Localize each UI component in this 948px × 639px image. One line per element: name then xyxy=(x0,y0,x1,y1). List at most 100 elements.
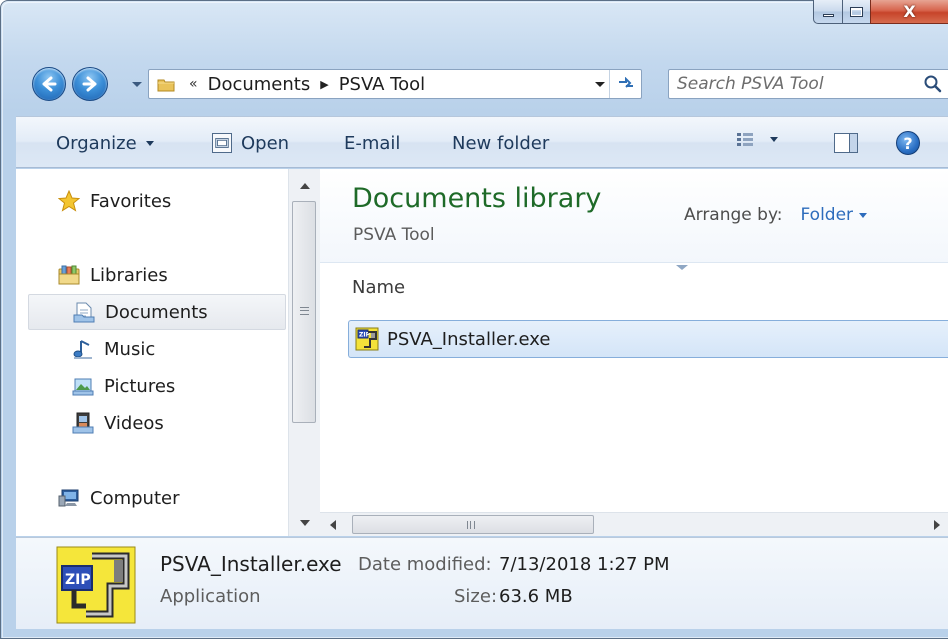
file-name: PSVA_Installer.exe xyxy=(387,328,551,350)
close-button[interactable]: X xyxy=(870,0,948,24)
svg-text:ZIP: ZIP xyxy=(65,572,91,588)
address-segment-psva-tool[interactable]: PSVA Tool xyxy=(339,74,425,95)
preview-pane-button[interactable] xyxy=(834,133,858,153)
scroll-down-button[interactable] xyxy=(289,512,321,534)
address-history-dropdown[interactable] xyxy=(595,82,605,87)
sidebar-item-label: Documents xyxy=(105,301,208,323)
navigation-pane: Favorites Libraries Documents Music Pict… xyxy=(16,169,288,536)
open-icon xyxy=(212,133,232,153)
navigation-bar: « Documents ▶ PSVA Tool Search PSVA Tool xyxy=(28,64,948,104)
details-view-icon xyxy=(737,133,753,146)
address-segment-documents[interactable]: Documents xyxy=(208,74,311,95)
details-pane: ZIP PSVA_Installer.exe Application Date … xyxy=(16,537,948,629)
details-size-label: Size: xyxy=(454,586,498,607)
sidebar-item-libraries[interactable]: Libraries xyxy=(16,257,288,293)
command-bar: Organize Open E-mail New folder ? xyxy=(16,116,948,168)
minimize-icon xyxy=(822,14,834,17)
sidebar-item-favorites[interactable]: Favorites xyxy=(16,183,288,219)
open-label: Open xyxy=(241,132,290,154)
scroll-up-icon xyxy=(300,183,310,189)
address-separator-icon[interactable]: ▶ xyxy=(320,78,328,91)
libraries-icon xyxy=(58,265,80,285)
change-view-button[interactable] xyxy=(736,131,778,147)
scroll-up-button[interactable] xyxy=(289,175,321,197)
sidebar-item-documents[interactable]: Documents xyxy=(28,294,286,330)
details-size-value: 63.6 MB xyxy=(499,586,573,607)
refresh-icon xyxy=(618,77,633,88)
file-list-pane: Documents library PSVA Tool Arrange by: … xyxy=(320,169,948,512)
refresh-button[interactable] xyxy=(609,70,641,98)
sidebar-item-computer[interactable]: Computer xyxy=(16,480,288,516)
sidebar-item-label: Favorites xyxy=(90,190,172,212)
address-bar[interactable]: « Documents ▶ PSVA Tool xyxy=(148,69,642,99)
details-file-type: Application xyxy=(160,586,261,607)
organize-label: Organize xyxy=(56,132,137,154)
sidebar-item-music[interactable]: Music xyxy=(16,331,288,367)
details-date-value: 7/13/2018 1:27 PM xyxy=(499,554,670,575)
chevron-down-icon xyxy=(132,81,142,87)
column-header-name[interactable]: Name xyxy=(352,277,405,298)
recent-pages-dropdown[interactable] xyxy=(132,79,142,89)
sidebar-item-label: Music xyxy=(104,338,156,360)
forward-button[interactable] xyxy=(72,67,108,101)
search-input[interactable]: Search PSVA Tool xyxy=(668,69,948,99)
library-title: Documents library xyxy=(352,183,602,214)
sidebar-item-label: Pictures xyxy=(104,375,176,397)
pictures-icon xyxy=(72,378,94,396)
chevron-down-icon[interactable] xyxy=(859,212,868,218)
scrollbar-thumb[interactable] xyxy=(292,201,316,423)
arrange-by-dropdown[interactable]: Folder xyxy=(801,205,854,225)
search-placeholder: Search PSVA Tool xyxy=(677,74,824,94)
grip-icon xyxy=(300,307,309,315)
search-icon[interactable] xyxy=(923,74,943,94)
scroll-right-icon[interactable] xyxy=(934,520,940,530)
sidebar-item-videos[interactable]: Videos xyxy=(16,405,288,441)
new-folder-button[interactable]: New folder xyxy=(452,117,549,169)
videos-icon xyxy=(72,412,94,434)
maximize-icon xyxy=(850,6,863,17)
computer-icon xyxy=(58,489,79,507)
back-arrow-icon xyxy=(42,76,57,92)
scroll-left-icon[interactable] xyxy=(330,520,336,530)
zip-installer-icon: ZIP xyxy=(355,327,379,351)
library-header: Documents library PSVA Tool Arrange by: … xyxy=(320,169,948,263)
folder-icon xyxy=(157,79,175,91)
open-button[interactable]: Open xyxy=(212,117,289,169)
sidebar-item-label: Libraries xyxy=(90,264,168,286)
address-overflow-chevron[interactable]: « xyxy=(189,76,198,92)
chevron-down-icon xyxy=(770,136,778,142)
window-caption-buttons: X xyxy=(813,0,948,30)
scrollbar-thumb[interactable] xyxy=(352,515,594,534)
email-button[interactable]: E-mail xyxy=(344,117,400,169)
maximize-button[interactable] xyxy=(842,0,870,24)
chevron-down-icon xyxy=(595,82,605,87)
music-icon xyxy=(73,340,92,359)
documents-icon xyxy=(73,302,95,323)
file-row-selected[interactable]: ZIP PSVA_Installer.exe xyxy=(348,320,948,358)
sort-indicator-icon xyxy=(676,265,688,270)
navigation-pane-scrollbar[interactable] xyxy=(288,169,320,536)
sidebar-item-label: Computer xyxy=(90,487,180,509)
organize-button[interactable]: Organize xyxy=(56,117,154,169)
close-icon: X xyxy=(903,2,916,21)
help-button[interactable]: ? xyxy=(896,131,920,155)
arrange-by: Arrange by: Folder xyxy=(684,205,868,225)
minimize-button[interactable] xyxy=(813,0,842,24)
library-subtitle: PSVA Tool xyxy=(353,225,435,245)
grip-icon xyxy=(467,521,475,529)
sidebar-item-label: Videos xyxy=(104,412,164,434)
email-label: E-mail xyxy=(344,132,401,154)
zip-installer-icon: ZIP xyxy=(56,546,136,624)
details-file-name: PSVA_Installer.exe xyxy=(160,552,342,576)
file-list-horizontal-scrollbar[interactable] xyxy=(320,512,948,536)
details-date-label: Date modified: xyxy=(358,554,492,575)
help-icon: ? xyxy=(903,133,913,153)
back-button[interactable] xyxy=(32,67,66,101)
arrange-by-label: Arrange by: xyxy=(684,205,783,225)
scroll-down-icon xyxy=(300,520,310,526)
star-icon xyxy=(58,190,80,212)
sidebar-item-pictures[interactable]: Pictures xyxy=(16,368,288,404)
forward-arrow-icon xyxy=(82,76,97,92)
chevron-down-icon xyxy=(145,140,154,146)
new-folder-label: New folder xyxy=(452,132,550,154)
